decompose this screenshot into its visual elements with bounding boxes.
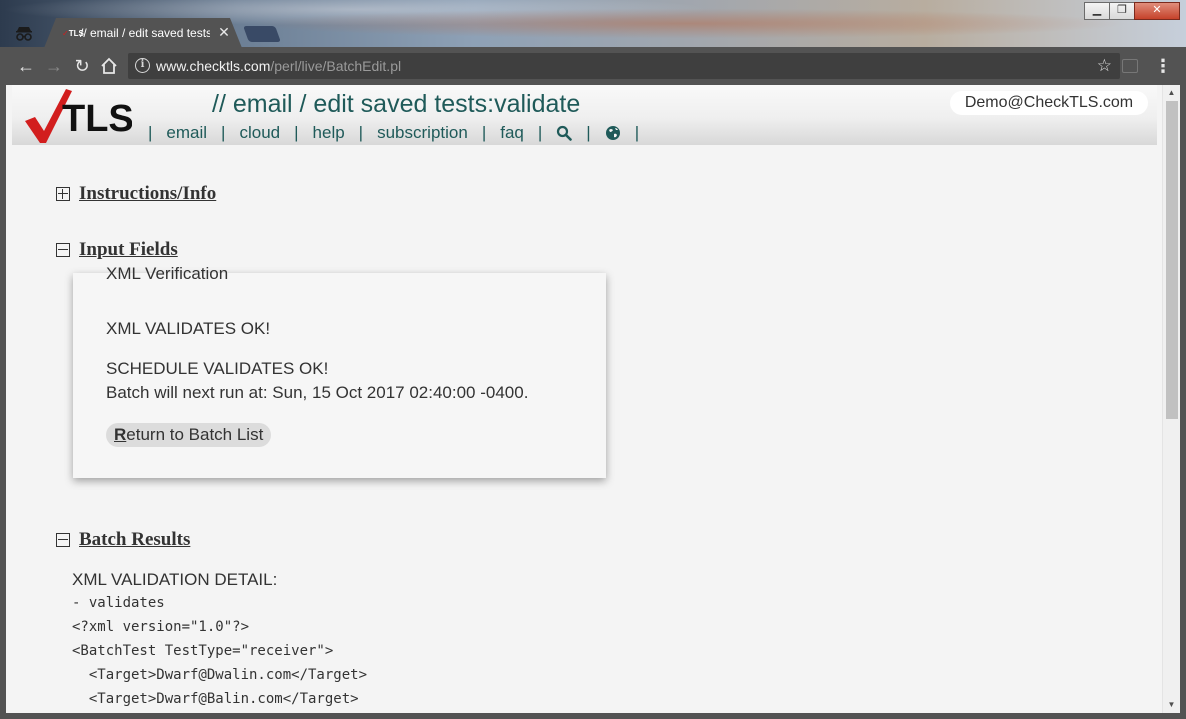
result-line: <Target>Dwarf@Dwalin.com</Target> [72,667,368,683]
section-input-fields[interactable]: Input Fields [56,239,178,261]
extension-icon[interactable] [1122,59,1138,73]
back-arrow-icon[interactable]: ← [16,56,36,76]
result-line: - validates [72,595,165,611]
nav-separator: | [294,123,299,142]
window-frame-right [1180,47,1186,719]
result-line: <BatchTest TestType="receiver"> [72,643,334,659]
nav-separator: | [221,123,226,142]
globe-icon[interactable] [605,125,621,141]
nav-separator: | [148,123,153,142]
vertical-scrollbar[interactable]: ▲ ▼ [1162,85,1180,713]
address-bar[interactable]: i www.checktls.com/perl/live/BatchEdit.p… [128,53,1120,79]
new-tab-button[interactable] [243,26,281,42]
page-title: // email / edit saved tests:validate [212,90,581,118]
incognito-icon [16,27,32,41]
section-title-input-fields[interactable]: Input Fields [79,239,178,261]
scroll-up-arrow-icon[interactable]: ▲ [1163,85,1180,101]
browser-tab-active[interactable]: ✓TLS // email / edit saved tests:validat… [44,18,242,48]
window-frame-bottom [0,713,1186,719]
collapse-minus-icon[interactable] [56,533,70,547]
close-window-icon[interactable]: ✕ [1134,2,1180,20]
access-key-letter: R [114,425,127,444]
nav-separator: | [586,123,591,142]
tab-title: // email / edit saved tests:validate [80,26,210,40]
nav-item-cloud[interactable]: cloud [239,123,280,143]
validation-detail-title: XML VALIDATION DETAIL: [72,570,278,589]
search-icon[interactable] [556,125,573,141]
maximize-icon[interactable]: ❐ [1109,2,1135,20]
return-to-batch-list-button[interactable]: Return to Batch List [106,423,272,447]
nav-item-help[interactable]: help [313,123,345,143]
collapse-minus-icon[interactable] [56,243,70,257]
next-run-text: Batch will next run at: Sun, 15 Oct 2017… [106,383,529,402]
schedule-status-text: SCHEDULE VALIDATES OK! [106,359,329,378]
section-batch-results[interactable]: Batch Results [56,529,190,551]
panel-legend: XML Verification [106,264,229,283]
result-line: <?xml version="1.0"?> [72,619,250,635]
home-icon[interactable] [100,57,118,75]
section-title-instructions[interactable]: Instructions/Info [79,183,216,205]
button-label: eturn to Batch List [126,425,264,444]
page-viewport: TLS // email / edit saved tests:validate… [6,85,1180,713]
url-text[interactable]: www.checktls.com/perl/live/BatchEdit.pl [156,58,401,74]
xml-verification-panel: XML Verification XML VALIDATES OK! SCHED… [73,264,606,478]
nav-separator: | [537,123,543,142]
site-header: TLS // email / edit saved tests:validate… [12,85,1157,145]
browser-toolbar: ← → ↻ i www.checktls.com/perl/live/Batch… [6,47,1180,85]
main-nav: | email | cloud | help | subscription | … [148,123,653,143]
tab-close-icon[interactable]: ✕ [216,24,232,40]
section-instructions[interactable]: Instructions/Info [56,183,216,205]
bookmark-star-icon[interactable]: ☆ [1097,56,1112,76]
scrollbar-thumb[interactable] [1166,101,1178,419]
nav-item-subscription[interactable]: subscription [377,123,468,143]
svg-text:TLS: TLS [62,98,132,140]
info-icon[interactable]: i [135,58,150,73]
xml-status-text: XML VALIDATES OK! [106,319,271,338]
nav-separator: | [481,123,487,142]
nav-item-email[interactable]: email [166,123,207,143]
site-favicon-icon: ✓TLS [62,29,84,38]
minimize-icon[interactable]: ▁ [1084,2,1110,20]
expand-plus-icon[interactable] [56,187,70,201]
window-controls: ▁ ❐ ✕ [1084,2,1180,20]
section-title-batch-results[interactable]: Batch Results [79,529,190,551]
forward-arrow-icon[interactable]: → [44,56,64,76]
reload-icon[interactable]: ↻ [72,56,92,76]
nav-item-faq[interactable]: faq [500,123,524,143]
scroll-down-arrow-icon[interactable]: ▼ [1163,697,1180,713]
result-line: <Target>Dwarf@Balin.com</Target> [72,691,359,707]
nav-separator: | [634,123,640,142]
checktls-logo[interactable]: TLS [22,87,132,143]
nav-separator: | [358,123,364,142]
user-account-badge[interactable]: Demo@CheckTLS.com [950,91,1148,115]
menu-dots-icon[interactable]: ⋮ [1154,55,1172,77]
